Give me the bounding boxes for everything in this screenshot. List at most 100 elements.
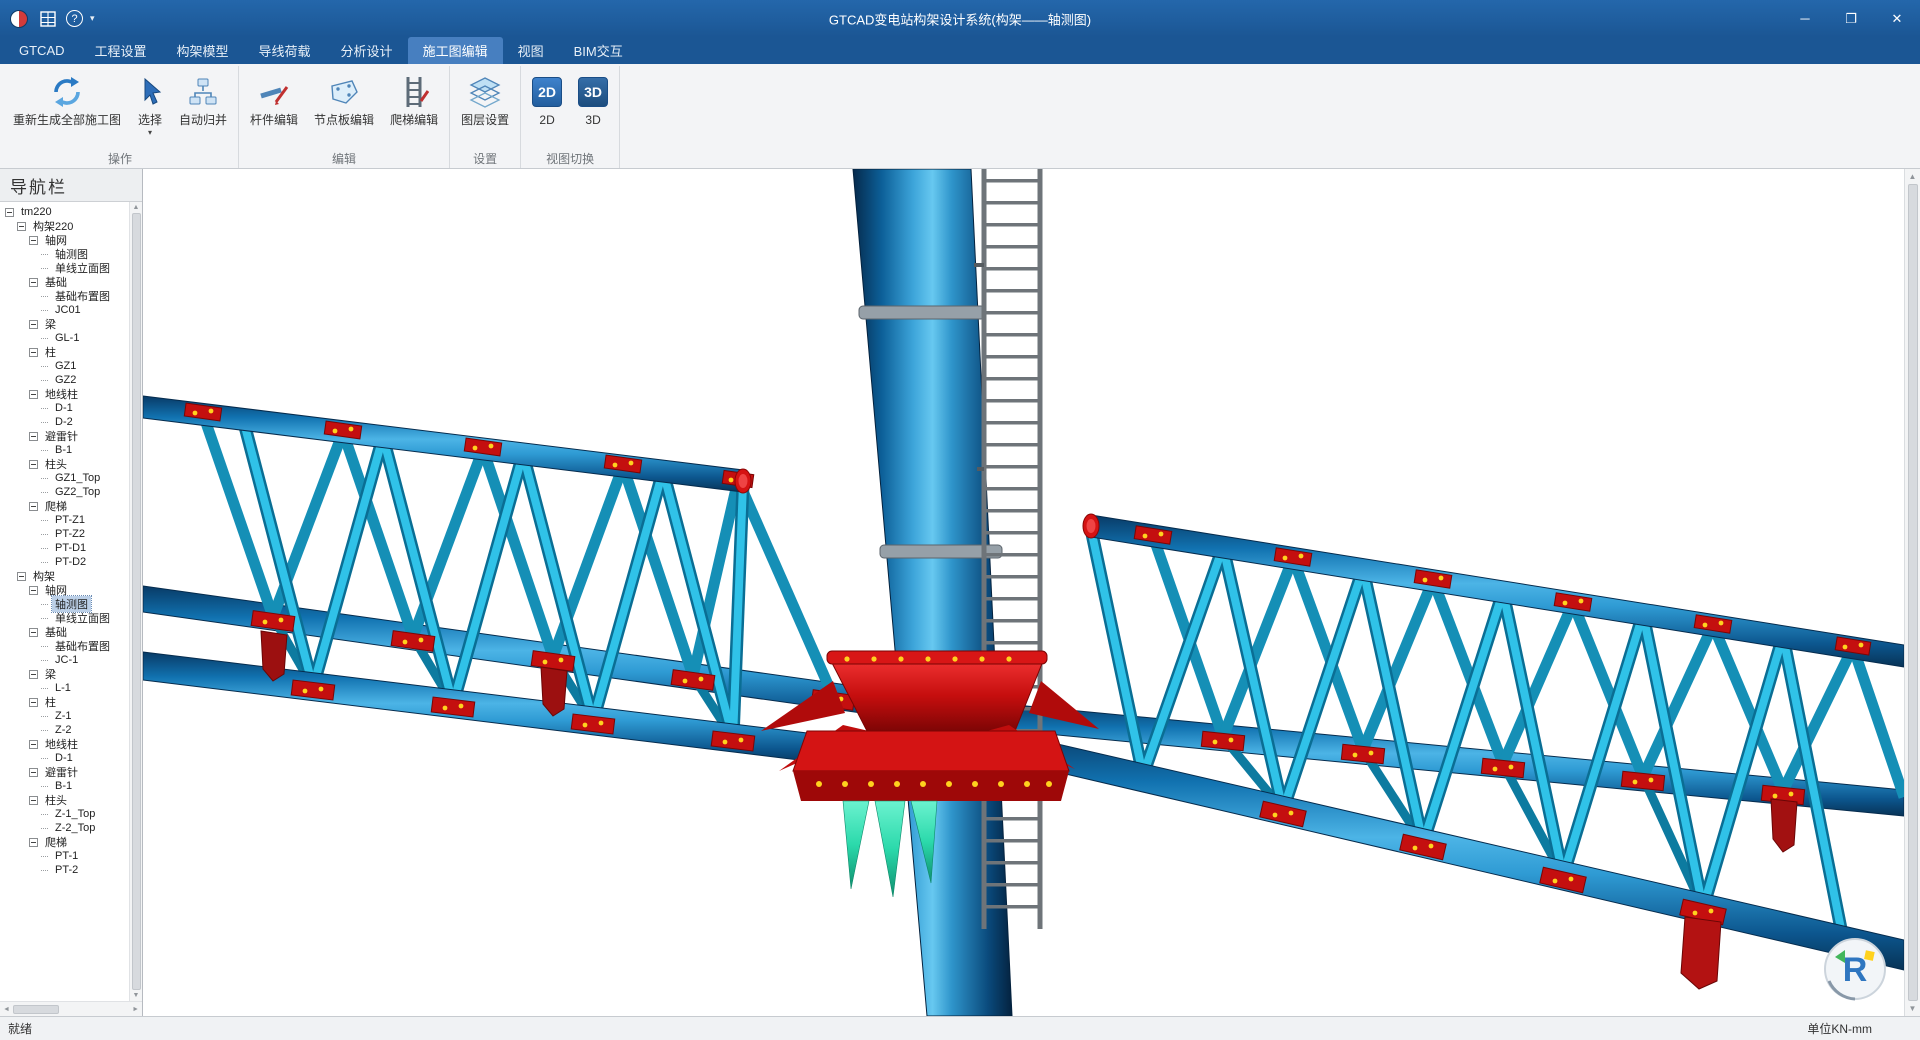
tree-expand-icon[interactable] <box>41 492 48 493</box>
ribbon-tab[interactable]: BIM交互 <box>559 37 638 64</box>
tree-item[interactable]: PT-D2 <box>2 555 129 569</box>
tree-expand-icon[interactable] <box>41 730 48 731</box>
tree-expand-icon[interactable] <box>29 390 38 399</box>
ladder-edit-button[interactable]: 爬梯编辑 <box>382 68 446 150</box>
tree-item[interactable]: Z-1_Top <box>2 807 129 821</box>
ribbon-tab[interactable]: 分析设计 <box>326 37 408 64</box>
ribbon-tab[interactable]: 施工图编辑 <box>408 37 503 64</box>
tree-expand-icon[interactable] <box>41 562 48 563</box>
tree-item[interactable]: GZ1 <box>2 359 129 373</box>
tree-expand-icon[interactable] <box>41 450 48 451</box>
scroll-left-icon[interactable]: ◄ <box>3 1006 10 1013</box>
tree-expand-icon[interactable] <box>17 572 26 581</box>
tree-item[interactable]: PT-2 <box>2 863 129 877</box>
tree-expand-icon[interactable] <box>29 236 38 245</box>
scroll-down-icon[interactable]: ▼ <box>133 992 140 999</box>
tree-expand-icon[interactable] <box>41 408 48 409</box>
scroll-up-icon[interactable]: ▲ <box>133 204 140 211</box>
tree-item[interactable]: Z-2_Top <box>2 821 129 835</box>
tree-expand-icon[interactable] <box>29 586 38 595</box>
tree-expand-icon[interactable] <box>41 380 48 381</box>
tree-item[interactable]: 避雷针 <box>2 765 129 779</box>
viewport-scroll-down-icon[interactable]: ▼ <box>1909 1004 1917 1013</box>
auto-merge-button[interactable]: 自动归并 <box>171 68 235 150</box>
tree-expand-icon[interactable] <box>29 838 38 847</box>
tree-item[interactable]: 基础布置图 <box>2 639 129 653</box>
tree-item[interactable]: GL-1 <box>2 331 129 345</box>
select-button[interactable]: 选择 ▾ <box>129 68 171 150</box>
qat-dropdown-icon[interactable]: ▾ <box>90 13 95 24</box>
tree-expand-icon[interactable] <box>41 828 48 829</box>
tree-item[interactable]: GZ2 <box>2 373 129 387</box>
tree-expand-icon[interactable] <box>41 758 48 759</box>
tree-horizontal-scrollbar[interactable]: ◄ ► <box>0 1001 142 1016</box>
tree-expand-icon[interactable] <box>41 604 48 605</box>
tree-item[interactable]: 轴测图 <box>2 247 129 261</box>
tree-item[interactable]: 柱 <box>2 345 129 359</box>
ribbon-tab[interactable]: GTCAD <box>4 37 80 64</box>
tree-expand-icon[interactable] <box>41 520 48 521</box>
tree-expand-icon[interactable] <box>41 254 48 255</box>
tree-item[interactable]: JC-1 <box>2 653 129 667</box>
ribbon-tab[interactable]: 视图 <box>503 37 559 64</box>
tree-item[interactable]: 梁 <box>2 317 129 331</box>
tree-item[interactable]: 基础 <box>2 625 129 639</box>
model-viewport[interactable]: R <box>143 169 1904 1016</box>
tree-expand-icon[interactable] <box>41 646 48 647</box>
tree-expand-icon[interactable] <box>41 310 48 311</box>
tree-item[interactable]: 单线立面图 <box>2 611 129 625</box>
tree-expand-icon[interactable] <box>29 768 38 777</box>
tree-expand-icon[interactable] <box>29 278 38 287</box>
tree-expand-icon[interactable] <box>41 366 48 367</box>
tree-item[interactable]: PT-Z1 <box>2 513 129 527</box>
tree-expand-icon[interactable] <box>41 856 48 857</box>
tree-expand-icon[interactable] <box>29 348 38 357</box>
tree-expand-icon[interactable] <box>41 268 48 269</box>
tree-item[interactable]: 地线柱 <box>2 387 129 401</box>
tree-item[interactable]: D-1 <box>2 401 129 415</box>
tree-item[interactable]: 单线立面图 <box>2 261 129 275</box>
tree-expand-icon[interactable] <box>41 296 48 297</box>
tree-expand-icon[interactable] <box>41 338 48 339</box>
tree-item[interactable]: 梁 <box>2 667 129 681</box>
tree-item[interactable]: 爬梯 <box>2 835 129 849</box>
view-2d-button[interactable]: 2D 2D <box>524 68 570 150</box>
tree-expand-icon[interactable] <box>41 660 48 661</box>
tree-expand-icon[interactable] <box>41 534 48 535</box>
tree-item[interactable]: GZ1_Top <box>2 471 129 485</box>
tree-expand-icon[interactable] <box>5 208 14 217</box>
tree-item[interactable]: 避雷针 <box>2 429 129 443</box>
ribbon-tab[interactable]: 工程设置 <box>80 37 162 64</box>
tree-item[interactable]: 柱 <box>2 695 129 709</box>
tree-item[interactable]: 构架220 <box>2 219 129 233</box>
tree-item[interactable]: tm220 <box>2 205 129 219</box>
tree-expand-icon[interactable] <box>29 698 38 707</box>
tree-item[interactable]: D-1 <box>2 751 129 765</box>
layer-settings-button[interactable]: 图层设置 <box>453 68 517 150</box>
tree-expand-icon[interactable] <box>17 222 26 231</box>
tree-item[interactable]: PT-1 <box>2 849 129 863</box>
tree-expand-icon[interactable] <box>29 740 38 749</box>
member-edit-button[interactable]: 杆件编辑 <box>242 68 306 150</box>
tree-item[interactable]: 基础布置图 <box>2 289 129 303</box>
tree-expand-icon[interactable] <box>29 432 38 441</box>
minimize-button[interactable]: ─ <box>1782 0 1828 37</box>
tree-expand-icon[interactable] <box>29 320 38 329</box>
tree-item[interactable]: B-1 <box>2 443 129 457</box>
tree-expand-icon[interactable] <box>29 502 38 511</box>
tree-item[interactable]: 柱头 <box>2 793 129 807</box>
scroll-right-icon[interactable]: ► <box>132 1006 139 1013</box>
tree-item[interactable]: GZ2_Top <box>2 485 129 499</box>
tree-expand-icon[interactable] <box>29 460 38 469</box>
tree-expand-icon[interactable] <box>41 814 48 815</box>
tree-item[interactable]: L-1 <box>2 681 129 695</box>
tree-item[interactable]: 构架 <box>2 569 129 583</box>
tree-expand-icon[interactable] <box>29 796 38 805</box>
tree-expand-icon[interactable] <box>41 478 48 479</box>
tree-expand-icon[interactable] <box>41 548 48 549</box>
gusset-plate-edit-button[interactable]: 节点板编辑 <box>306 68 382 150</box>
help-icon[interactable]: ? <box>66 10 83 27</box>
tree-expand-icon[interactable] <box>41 870 48 871</box>
tree-expand-icon[interactable] <box>41 688 48 689</box>
ribbon-tab[interactable]: 导线荷载 <box>244 37 326 64</box>
